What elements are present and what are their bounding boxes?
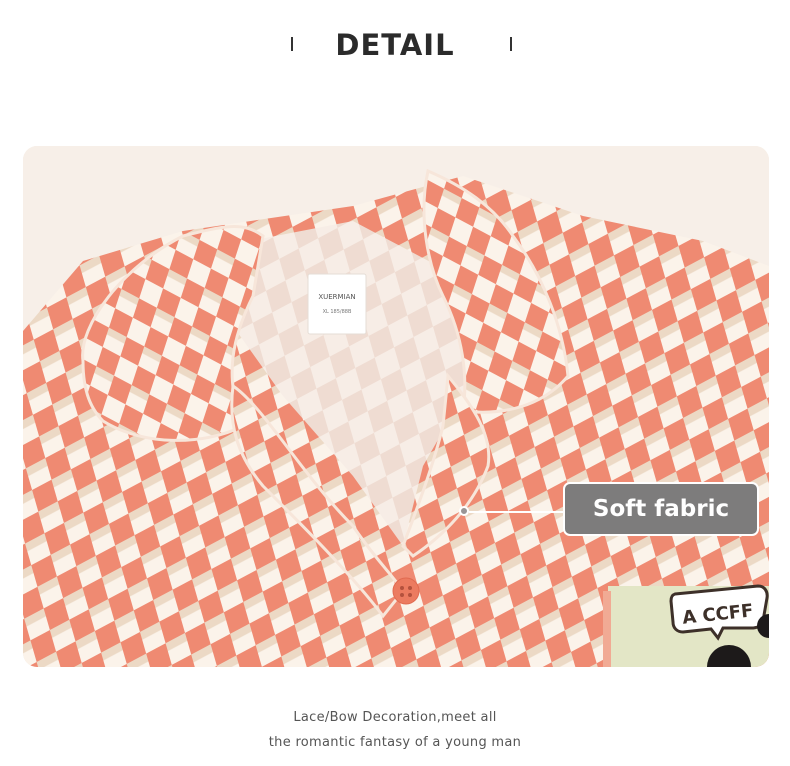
garment-label: XUERMIAN XL 185/88B [307, 273, 367, 335]
chest-pocket: A CCFF [603, 584, 769, 667]
soft-fabric-callout: Soft fabric [563, 482, 759, 536]
shirt-button [392, 577, 420, 605]
callout-connector-line [469, 511, 563, 513]
product-photo: XUERMIAN XL 185/88B A CCFF [23, 146, 769, 667]
page-title: DETAIL [335, 28, 455, 62]
shirt-collar-illustration: XUERMIAN XL 185/88B A CCFF [23, 146, 769, 667]
callout-connector-dot [459, 506, 469, 516]
label-brand-text: XUERMIAN [318, 293, 355, 301]
title-divider-right [510, 37, 512, 51]
section-header: DETAIL [0, 22, 790, 70]
label-size-text: XL 185/88B [323, 309, 352, 315]
caption-line-1: Lace/Bow Decoration,meet all [293, 710, 497, 725]
caption-line-2: the romantic fantasy of a young man [268, 735, 522, 750]
